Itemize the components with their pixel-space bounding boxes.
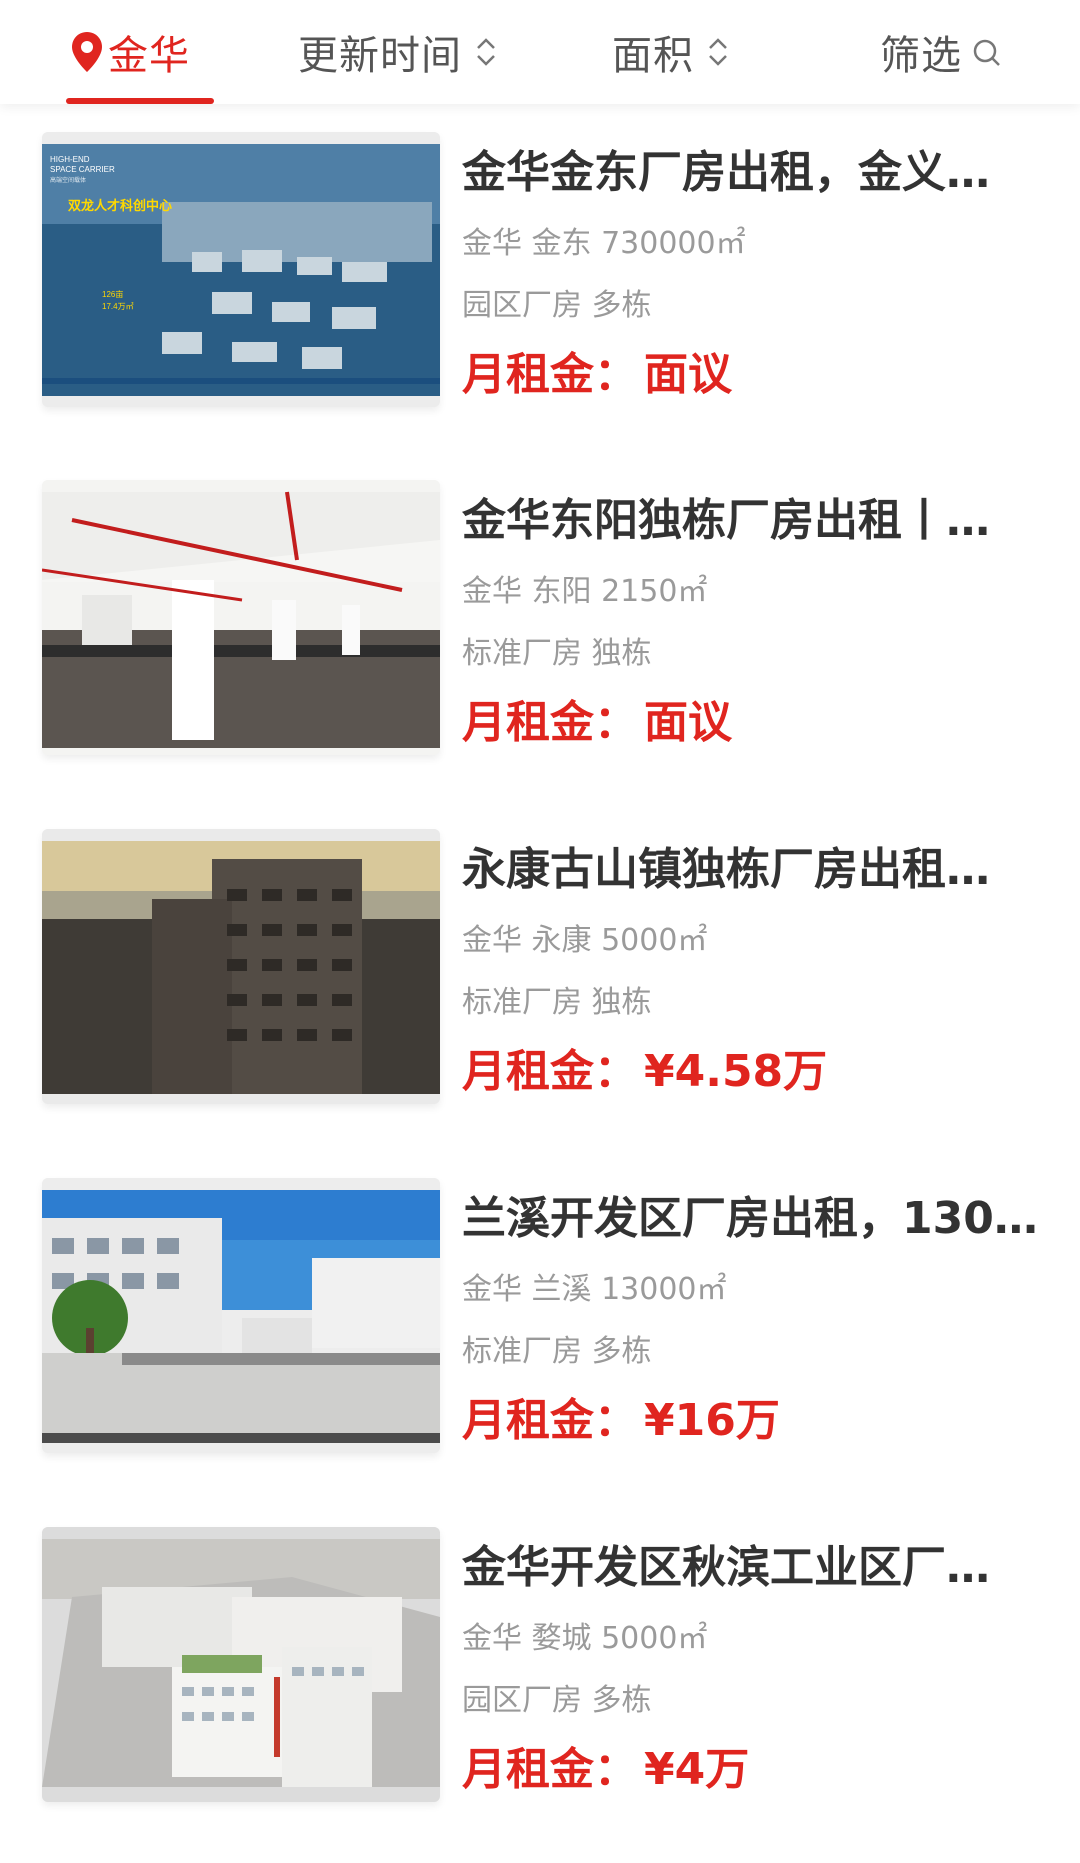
search-icon <box>972 32 1002 72</box>
listing-title: 金华东阳独栋厂房出租丨… <box>462 495 990 546</box>
tab-city-label: 金华 <box>108 33 190 79</box>
tab-city[interactable]: 金华 <box>66 0 214 104</box>
price-value: ¥16万 <box>644 1395 780 1446</box>
listing-tags: 标准厂房 多栋 <box>462 1334 652 1369</box>
sort-updown-icon <box>706 32 730 72</box>
image-caption: 17.4万㎡ <box>102 302 134 311</box>
image-banner: 双龙人才科创中心 <box>68 198 172 214</box>
listing-price: 月租金： 面议 <box>462 344 1047 406</box>
listing-image: HIGH-END SPACE CARRIER 高端空间载体 双龙人才科创中心 1… <box>42 132 440 407</box>
listing-price: 月租金： ¥4万 <box>462 1739 1047 1801</box>
image-caption: HIGH-END <box>50 155 90 164</box>
price-value: ¥4.58万 <box>644 1046 828 1097</box>
listing-price: 月租金： 面议 <box>462 692 1047 754</box>
listing-title: 金华开发区秋滨工业区厂… <box>462 1542 990 1593</box>
sort-updown-icon <box>474 32 498 72</box>
filter-tab-bar: 金华 更新时间 面积 筛选 <box>0 0 1080 104</box>
price-value: 面议 <box>644 349 732 400</box>
price-label: 月租金： <box>462 1744 638 1795</box>
price-value: ¥4万 <box>644 1744 750 1795</box>
location-pin-icon <box>70 31 104 73</box>
image-caption: 126亩 <box>102 289 123 299</box>
image-caption: SPACE CARRIER <box>50 165 115 174</box>
listing-title: 金华金东厂房出租，金义… <box>462 147 990 198</box>
listing-image <box>42 1178 440 1453</box>
listing-location: 金华 金东 730000㎡ <box>462 226 746 261</box>
listing-item[interactable]: 金华开发区秋滨工业区厂… 金华 婺城 5000㎡ 园区厂房 多栋 月租金： ¥4万 <box>0 1527 1080 1827</box>
listing-tags: 标准厂房 独栋 <box>462 985 652 1020</box>
listing-image <box>42 1527 440 1802</box>
listing-tags: 标准厂房 独栋 <box>462 636 652 671</box>
listing-image <box>42 480 440 755</box>
listing-tags: 园区厂房 多栋 <box>462 1683 652 1718</box>
listing-item[interactable]: HIGH-END SPACE CARRIER 高端空间载体 双龙人才科创中心 1… <box>0 132 1080 432</box>
listing-price: 月租金： ¥16万 <box>462 1390 1047 1452</box>
tab-update-time-label: 更新时间 <box>298 33 462 79</box>
listing-location: 金华 永康 5000㎡ <box>462 923 708 958</box>
listing-item[interactable]: 兰溪开发区厂房出租，130… 金华 兰溪 13000㎡ 标准厂房 多栋 月租金：… <box>0 1178 1080 1478</box>
price-label: 月租金： <box>462 697 638 748</box>
listing-item[interactable]: 永康古山镇独栋厂房出租… 金华 永康 5000㎡ 标准厂房 独栋 月租金： ¥4.… <box>0 829 1080 1129</box>
tab-filter[interactable]: 筛选 <box>880 0 1002 104</box>
tab-area[interactable]: 面积 <box>612 0 730 104</box>
listing-location: 金华 婺城 5000㎡ <box>462 1621 708 1656</box>
tab-filter-label: 筛选 <box>880 33 962 79</box>
listing-location: 金华 东阳 2150㎡ <box>462 574 708 609</box>
listing-title: 永康古山镇独栋厂房出租… <box>462 844 990 895</box>
listing-price: 月租金： ¥4.58万 <box>462 1041 1047 1103</box>
listing-tags: 园区厂房 多栋 <box>462 288 652 323</box>
price-label: 月租金： <box>462 1046 638 1097</box>
listing-item[interactable]: 金华东阳独栋厂房出租丨… 金华 东阳 2150㎡ 标准厂房 独栋 月租金： 面议 <box>0 480 1080 780</box>
active-tab-indicator <box>66 98 214 104</box>
listing-location: 金华 兰溪 13000㎡ <box>462 1272 727 1307</box>
tab-update-time[interactable]: 更新时间 <box>298 0 498 104</box>
listing-image <box>42 829 440 1104</box>
listing-title: 兰溪开发区厂房出租，130… <box>462 1193 1038 1244</box>
image-caption: 高端空间载体 <box>50 176 86 184</box>
price-value: 面议 <box>644 697 732 748</box>
price-label: 月租金： <box>462 349 638 400</box>
tab-area-label: 面积 <box>612 33 694 79</box>
price-label: 月租金： <box>462 1395 638 1446</box>
